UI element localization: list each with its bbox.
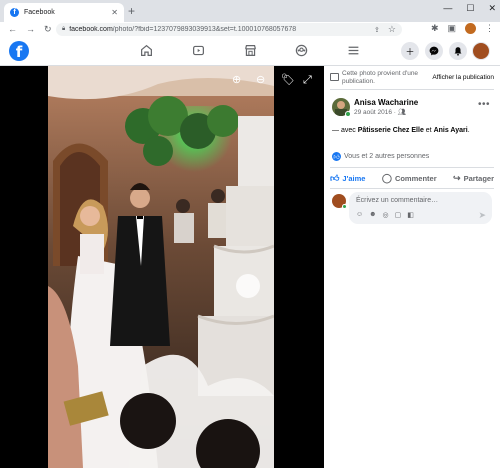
comment-placeholder[interactable]: Écrivez un commentaire…	[356, 197, 438, 204]
profile-icon[interactable]	[465, 23, 476, 34]
zoom-in-icon[interactable]: ⊕	[232, 74, 241, 86]
tag-icon[interactable]: 🏷︎	[281, 74, 295, 86]
close-window-button[interactable]: ✕	[488, 3, 496, 14]
zoom-out-icon[interactable]: ⊖	[256, 74, 265, 86]
thumbs-up-icon: 👍︎	[330, 172, 340, 183]
sticker-icon[interactable]: ◧	[407, 211, 414, 219]
tab-title: Facebook	[24, 9, 55, 16]
post-icon	[330, 73, 339, 81]
browser-toolbar: ← → ↻ 🔒︎ facebook.com/photo/?fbid=123707…	[0, 22, 500, 37]
window-controls: — ☐ ✕	[443, 3, 496, 14]
account-avatar[interactable]	[472, 42, 490, 60]
comment-input[interactable]: Écrivez un commentaire… ☺ ☻ ◎ ▢ ◧ ➤	[349, 192, 492, 224]
forward-arrow-icon[interactable]: →	[26, 24, 35, 35]
share-button[interactable]: ↪ Partager	[453, 169, 494, 187]
facebook-favicon-icon: f	[10, 8, 19, 17]
notifications-bell-icon[interactable]	[449, 42, 467, 60]
share-arrow-icon: ↪	[453, 172, 461, 183]
messenger-icon[interactable]	[425, 42, 443, 60]
post-date[interactable]: 29 août 2016 · 👥︎	[354, 108, 406, 116]
gif-icon[interactable]: ▢	[395, 211, 402, 219]
friends-icon: 👥︎	[397, 109, 406, 116]
tag-anis-ayari[interactable]: Anis Ayari	[434, 127, 468, 134]
tag-patisserie[interactable]: Pâtisserie Chez Elle	[358, 127, 424, 134]
online-indicator	[345, 111, 351, 117]
divider	[330, 188, 494, 189]
camera-icon[interactable]: ◎	[383, 211, 389, 219]
maximize-button[interactable]: ☐	[466, 3, 474, 14]
facebook-logo-icon[interactable]: f	[9, 41, 29, 61]
comment-tools: ☺ ☻ ◎ ▢ ◧	[356, 211, 414, 219]
reload-icon[interactable]: ↻	[44, 24, 52, 35]
lock-icon[interactable]: 🔒︎	[62, 26, 65, 33]
hamburger-menu-icon[interactable]	[347, 44, 360, 60]
facebook-header: f ＋	[0, 37, 500, 66]
like-reaction-icon: 👍︎	[332, 152, 341, 161]
comment-bubble-icon: ◯	[381, 172, 392, 183]
provenance-bar: Cette photo provient d'une publication. …	[330, 70, 494, 90]
view-post-link[interactable]: Afficher la publication	[432, 74, 494, 81]
home-icon[interactable]	[140, 44, 153, 60]
bookmark-star-icon[interactable]: ☆	[388, 24, 396, 35]
extensions-puzzle-icon[interactable]: ✱	[431, 23, 439, 34]
avatar-sticker-icon[interactable]: ☺	[356, 211, 363, 219]
more-options-icon[interactable]: •••	[478, 99, 490, 110]
reactions-text: Vous et 2 autres personnes	[344, 153, 430, 160]
new-tab-button[interactable]: +	[128, 4, 135, 18]
sidepanel-icon[interactable]: ▣	[447, 23, 456, 34]
minimize-button[interactable]: —	[443, 3, 452, 14]
watch-icon[interactable]	[192, 44, 205, 60]
divider	[330, 167, 494, 168]
tab-close-icon[interactable]: ✕	[111, 8, 118, 17]
back-arrow-icon[interactable]: ←	[8, 24, 17, 35]
nav-buttons: ← → ↻	[8, 24, 58, 35]
author-name[interactable]: Anisa Wacharine	[354, 98, 418, 107]
post-actions: 👍︎ J'aime ◯ Commenter ↪ Partager	[330, 169, 494, 187]
wedding-photo[interactable]	[48, 66, 274, 468]
photo-viewer: ⊕ ⊖ 🏷︎ ⤢	[0, 66, 324, 468]
browser-toolbar-right: ✱ ▣ ⋮	[431, 23, 494, 34]
emoji-icon[interactable]: ☻	[369, 211, 376, 219]
post-caption: — avec Pâtisserie Chez Elle et Anis Ayar…	[332, 127, 470, 134]
browser-tab[interactable]: f Facebook ✕	[4, 3, 124, 22]
create-icon[interactable]: ＋	[401, 42, 419, 60]
browser-tabbar: f Facebook ✕ + — ☐ ✕	[0, 0, 500, 22]
url-text[interactable]: facebook.com/photo/?fbid=123707989303991…	[69, 26, 374, 33]
send-icon[interactable]: ➤	[478, 210, 486, 221]
address-bar[interactable]: 🔒︎ facebook.com/photo/?fbid=123707989303…	[56, 23, 402, 36]
like-button[interactable]: 👍︎ J'aime	[330, 169, 365, 187]
share-page-icon[interactable]: ⇪	[374, 26, 380, 34]
reactions-summary[interactable]: 👍︎ Vous et 2 autres personnes	[332, 152, 429, 161]
groups-icon[interactable]	[295, 44, 308, 60]
marketplace-icon[interactable]	[244, 44, 257, 60]
fullscreen-icon[interactable]: ⤢	[303, 74, 312, 86]
browser-menu-icon[interactable]: ⋮	[485, 23, 494, 34]
comment-button[interactable]: ◯ Commenter	[382, 169, 437, 187]
photo-side-panel: Cette photo provient d'une publication. …	[324, 66, 500, 468]
provenance-text: Cette photo provient d'une publication.	[342, 70, 419, 85]
online-indicator	[342, 204, 347, 209]
